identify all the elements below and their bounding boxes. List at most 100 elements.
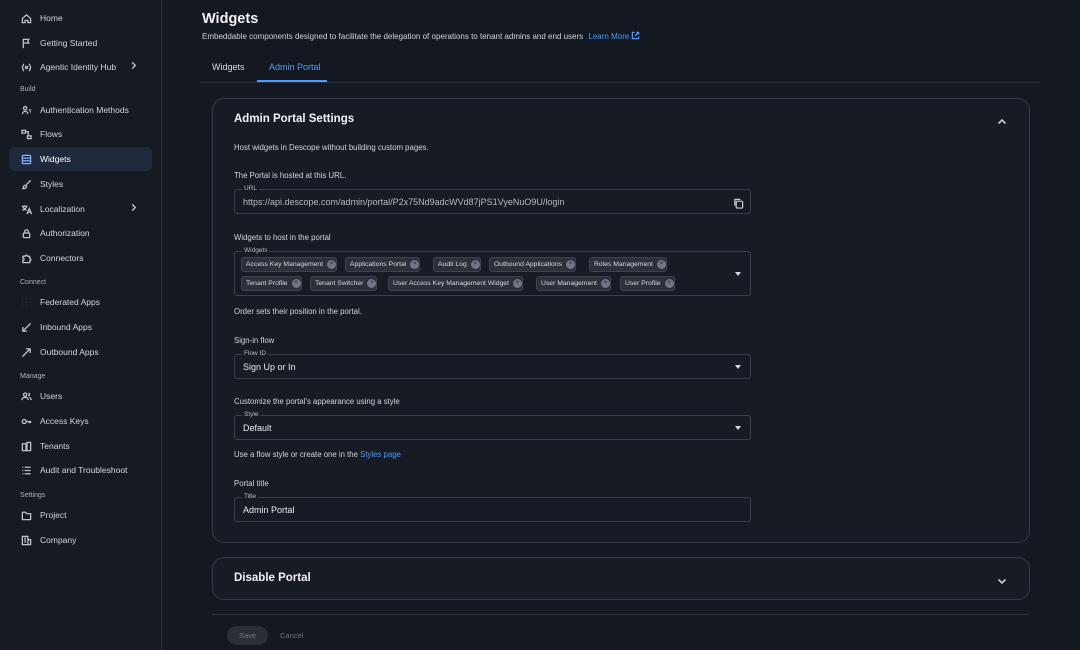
flows-icon <box>20 128 32 140</box>
active-tab-indicator <box>257 80 327 82</box>
arrow-in-icon <box>20 321 32 333</box>
folder-icon <box>20 509 32 521</box>
sidebar-item-authorization[interactable]: Authorization <box>9 221 152 245</box>
brush-icon <box>20 178 32 190</box>
sidebar-item-styles[interactable]: Styles <box>9 172 152 196</box>
auth-methods-icon <box>20 104 32 116</box>
sidebar-item-connectors[interactable]: Connectors <box>9 246 152 270</box>
chevron-right-icon <box>129 61 138 72</box>
chip-label: Access Key Management <box>246 261 324 268</box>
sidebar-item-federated-apps[interactable]: Federated Apps <box>9 290 152 314</box>
flow-id-select[interactable]: Flow ID Sign Up or In <box>234 350 751 379</box>
sidebar-item-label: Outbound Apps <box>40 347 99 357</box>
remove-chip-icon[interactable]: × <box>600 279 610 288</box>
chevron-down-icon[interactable] <box>997 573 1007 591</box>
sidebar-item-project[interactable]: Project <box>9 503 152 527</box>
sidebar-item-outbound-apps[interactable]: Outbound Apps <box>9 340 152 364</box>
section-label-settings: Settings <box>20 492 46 499</box>
sidebar-item-localization[interactable]: Localization <box>9 197 152 221</box>
chevron-right-icon <box>129 203 138 214</box>
sidebar-item-authentication-methods[interactable]: Authentication Methods <box>9 98 152 122</box>
chip-label: User Profile <box>625 280 661 287</box>
tenants-icon <box>20 440 32 452</box>
remove-chip-icon[interactable]: × <box>327 260 337 269</box>
sidebar-item-getting-started[interactable]: Getting Started <box>9 31 152 55</box>
widget-chip: Access Key Management × <box>241 257 338 272</box>
sidebar-item-tenants[interactable]: Tenants <box>9 434 152 458</box>
portal-title-input[interactable]: Title Admin Portal <box>234 493 751 522</box>
agentic-icon <box>20 61 32 73</box>
remove-chip-icon[interactable]: × <box>470 260 480 269</box>
dropdown-caret-icon[interactable] <box>735 426 741 430</box>
chevron-up-icon[interactable] <box>997 114 1007 132</box>
sidebar-item-label: Styles <box>40 179 64 189</box>
puzzle-icon <box>20 252 32 264</box>
sidebar-item-flows[interactable]: Flows <box>9 122 152 146</box>
disable-portal-card[interactable]: Disable Portal <box>212 557 1030 600</box>
remove-chip-icon[interactable]: × <box>291 279 301 288</box>
external-link-icon <box>632 31 640 40</box>
portal-url-field[interactable]: URL https://api.descope.com/admin/portal… <box>234 185 751 214</box>
tab-bar: Widgets Admin Portal <box>200 52 1040 83</box>
sidebar-item-access-keys[interactable]: Access Keys <box>9 409 152 433</box>
chip-label: User Access Key Management Widget <box>393 280 509 287</box>
title-field-label: Title <box>242 493 259 500</box>
style-note: Use a flow style or create one in the St… <box>234 450 401 459</box>
remove-chip-icon[interactable]: × <box>410 260 420 269</box>
chip-label: User Management <box>541 280 597 287</box>
widget-chip: Tenant Profile × <box>241 276 302 291</box>
sidebar-item-label: Tenants <box>40 441 70 451</box>
style-heading: Customize the portal's appearance using … <box>234 397 400 406</box>
learn-more-label: Learn More <box>588 32 630 41</box>
cancel-button[interactable]: Cancel <box>280 631 303 640</box>
chip-label: Roles Management <box>594 261 653 268</box>
remove-chip-icon[interactable]: × <box>566 260 576 269</box>
sidebar-item-home[interactable]: Home <box>9 6 152 30</box>
translate-icon <box>20 203 32 215</box>
sidebar-item-users[interactable]: Users <box>9 384 152 408</box>
dropdown-caret-icon[interactable] <box>735 365 741 369</box>
page-title: Widgets <box>202 11 259 27</box>
sidebar-item-inbound-apps[interactable]: Inbound Apps <box>9 315 152 339</box>
style-select[interactable]: Style Default <box>234 411 751 440</box>
page-subtitle: Embeddable components designed to facili… <box>202 31 640 41</box>
copy-icon[interactable] <box>733 196 744 214</box>
sidebar-item-label: Connectors <box>40 253 84 263</box>
save-button[interactable]: Save <box>227 626 268 645</box>
widget-chip: User Access Key Management Widget × <box>388 276 523 291</box>
section-label-connect: Connect <box>20 279 47 286</box>
sidebar-item-company[interactable]: Company <box>9 528 152 552</box>
dropdown-caret-icon[interactable] <box>735 272 741 276</box>
remove-chip-icon[interactable]: × <box>367 279 377 288</box>
tab-admin-portal[interactable]: Admin Portal <box>269 62 321 72</box>
widgets-icon <box>20 153 32 165</box>
hosted-url-heading: The Portal is hosted at this URL. <box>234 171 347 180</box>
sidebar-item-label: Widgets <box>40 154 71 164</box>
style-note-text: Use a flow style or create one in the <box>234 450 358 459</box>
title-value: Admin Portal <box>243 505 295 515</box>
style-value: Default <box>243 423 272 433</box>
sidebar-item-label: Users <box>40 391 63 401</box>
remove-chip-icon[interactable]: × <box>664 279 674 288</box>
learn-more-link[interactable]: Learn More <box>588 31 640 41</box>
section-label-manage: Manage <box>20 373 46 380</box>
sidebar-item-audit[interactable]: Audit and Troubleshoot <box>9 458 152 482</box>
key-icon <box>20 415 32 427</box>
building-icon <box>20 534 32 546</box>
styles-page-link[interactable]: Styles page <box>360 450 401 459</box>
sidebar-item-label: Company <box>40 535 77 545</box>
chip-label: Audit Log <box>438 261 467 268</box>
url-field-label: URL <box>242 185 260 192</box>
remove-chip-icon[interactable]: × <box>656 260 666 269</box>
card-title: Admin Portal Settings <box>234 113 355 125</box>
arrow-out-icon <box>20 346 32 358</box>
remove-chip-icon[interactable]: × <box>512 279 522 288</box>
sidebar-item-label: Project <box>40 510 67 520</box>
sidebar-item-widgets[interactable]: Widgets <box>9 147 152 171</box>
lock-icon <box>20 227 32 239</box>
widgets-multiselect[interactable]: Widgets Access Key Management × Applicati… <box>234 247 751 296</box>
tab-widgets[interactable]: Widgets <box>212 62 245 72</box>
widgets-heading: Widgets to host in the portal <box>234 233 331 242</box>
sidebar-item-agentic-identity-hub[interactable]: Agentic Identity Hub <box>9 55 152 79</box>
chip-label: Tenant Profile <box>246 280 288 287</box>
